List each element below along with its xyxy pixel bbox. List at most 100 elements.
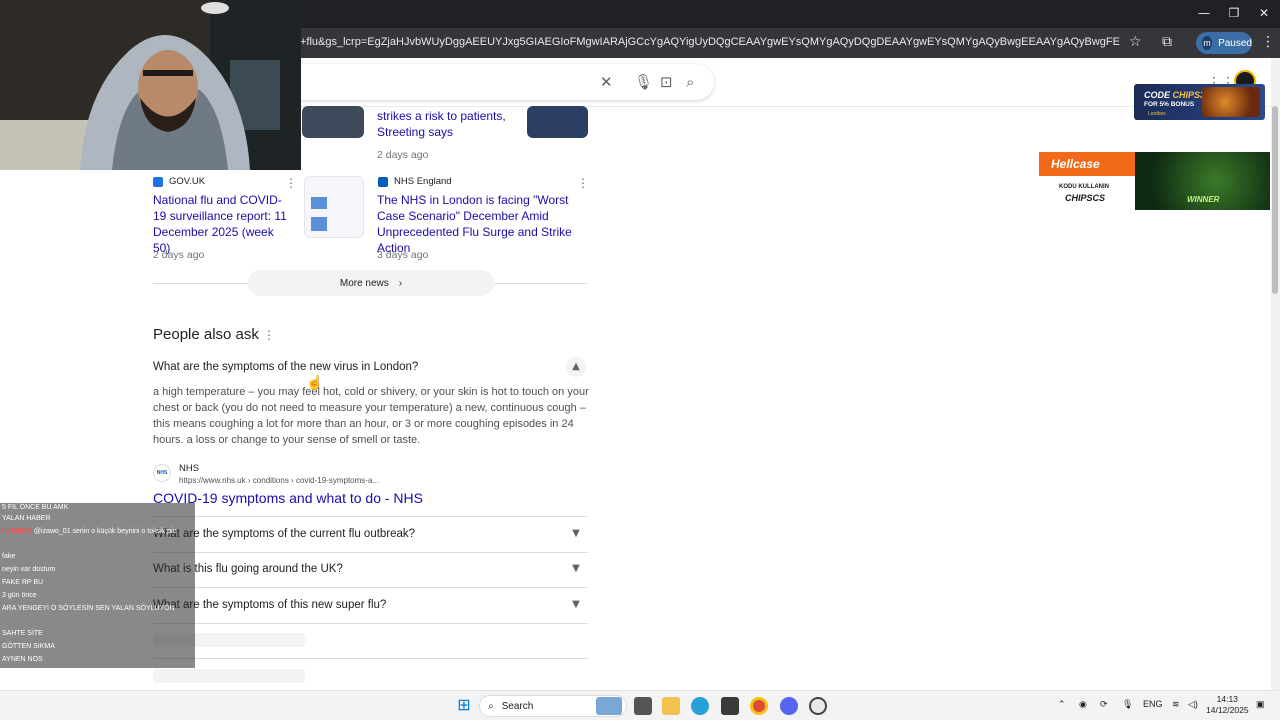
ad-bonus-text: FOR 5% BONUS: [1144, 101, 1195, 108]
ad-artwork: [1202, 87, 1260, 117]
header-divider: [300, 106, 1272, 107]
news-title[interactable]: National flu and COVID-19 surveillance r…: [153, 192, 293, 256]
paa-question-expanded[interactable]: What are the symptoms of the new virus i…: [153, 361, 418, 373]
system-clock[interactable]: 14:13 14/12/2025: [1206, 694, 1249, 716]
news-source: GOV.UK: [153, 176, 205, 187]
chat-username: furkntmll: [2, 528, 32, 535]
taskbar-search-label: Search: [501, 700, 534, 712]
discord-icon[interactable]: [780, 697, 798, 715]
chat-message: AYNEN NOS: [2, 656, 43, 663]
language-indicator[interactable]: ENG: [1143, 699, 1163, 709]
chat-text: YALAN HABER: [2, 515, 51, 522]
volume-icon[interactable]: ◁): [1188, 699, 1198, 710]
winner-ad-banner[interactable]: WINNER: [1135, 152, 1270, 210]
chat-message: ARA YENGEYİ O SÖYLESİN SEN YALAN SÖYLÜYO…: [2, 605, 192, 612]
news-chart-thumbnail[interactable]: [304, 176, 364, 238]
maximize-button[interactable]: ❐: [1219, 6, 1249, 20]
file-explorer-icon[interactable]: [662, 697, 680, 715]
ad-code-text: CODE CHIPS31: [1144, 90, 1210, 100]
stream-chat-overlay: 5 FIL ÖNCE BU AMK YALAN HABER furkntmll …: [0, 503, 195, 668]
extensions-icon[interactable]: ⧉: [1162, 34, 1172, 50]
app-icon[interactable]: [809, 697, 827, 715]
more-news-button[interactable]: More news ›: [248, 270, 494, 296]
chat-text: neyin var dostum: [2, 566, 56, 573]
chevron-down-icon[interactable]: ▼: [566, 595, 586, 615]
windows-start-icon[interactable]: ⊞: [455, 697, 473, 715]
more-options-icon[interactable]: ⋮: [577, 176, 589, 190]
chat-text: ARA YENGEYİ O SÖYLESİN SEN YALAN SÖYLÜYO…: [2, 605, 175, 612]
divider: [153, 587, 588, 588]
bookmark-star-icon[interactable]: ☆: [1129, 34, 1142, 50]
chat-message: SAHTE SİTE: [2, 630, 43, 637]
news-source: NHS England: [378, 176, 452, 187]
store-icon[interactable]: [721, 697, 739, 715]
chat-message: 3 gün önce: [2, 592, 37, 599]
news-title[interactable]: strikes a risk to patients, Streeting sa…: [377, 108, 517, 140]
news-title[interactable]: The NHS in London is facing "Worst Case …: [377, 192, 587, 256]
chat-text: fake: [2, 553, 16, 560]
news-thumbnail[interactable]: [302, 106, 364, 138]
paa-answer: a high temperature – you may feel hot, c…: [153, 386, 589, 446]
nhs-england-logo-icon: [378, 176, 388, 187]
mouse-cursor-icon: ☝: [306, 374, 324, 390]
source-url: https://www.nhs.uk › conditions › covid-…: [179, 476, 380, 485]
webcam-image: [0, 0, 301, 170]
hellcase-ad-banner[interactable]: Hellcase KODU KULLANIN CHIPSCS: [1039, 152, 1135, 210]
chat-message: GÖTTEN SIKMA: [2, 643, 55, 650]
chevron-up-icon[interactable]: ▲: [566, 357, 586, 377]
divider: [153, 516, 588, 517]
source-name: NHS: [179, 463, 200, 474]
hellcase-logo: Hellcase: [1039, 152, 1135, 176]
divider: [153, 623, 588, 624]
search-icon: ⌕: [488, 700, 494, 712]
microphone-tray-icon[interactable]: 🎙: [1122, 699, 1133, 710]
more-news-label: More news: [339, 277, 389, 289]
more-options-icon[interactable]: ⋮: [263, 328, 275, 342]
more-options-icon[interactable]: ⋮: [285, 176, 297, 190]
tray-overflow-icon[interactable]: ⌃: [1058, 699, 1066, 710]
ad-line-1: KODU KULLANIN: [1059, 184, 1109, 190]
news-source-name: NHS England: [394, 176, 452, 187]
profile-avatar: m: [1202, 36, 1213, 50]
chat-text: AYNEN NOS: [2, 656, 43, 663]
thumbnail-bar: [311, 217, 327, 231]
chat-text: SAHTE SİTE: [2, 630, 43, 637]
chevron-down-icon[interactable]: ▼: [566, 559, 586, 579]
chat-text: @izawo_01 senin o küçük beynini o toksik…: [33, 528, 177, 535]
browser-menu-icon[interactable]: ⋮: [1261, 34, 1275, 50]
minimize-button[interactable]: —: [1189, 6, 1219, 20]
profile-status: Paused: [1218, 37, 1252, 49]
task-view-icon[interactable]: [634, 697, 652, 715]
chat-text: GÖTTEN SIKMA: [2, 643, 55, 650]
chat-message: FAKE RP BU: [2, 579, 43, 586]
close-window-button[interactable]: ✕: [1249, 6, 1279, 20]
discord-tray-icon[interactable]: ◉: [1079, 699, 1087, 710]
profile-button[interactable]: m Paused: [1196, 32, 1252, 54]
divider: [153, 552, 588, 553]
govuk-logo-icon: [153, 176, 163, 187]
search-icon[interactable]: ⌕: [686, 73, 694, 91]
screen: — ❐ ✕ +flu&gs_lcrp=EgZjaHJvbWUyDggAEEUYJ…: [0, 0, 1280, 720]
scrollbar-thumb[interactable]: [1272, 106, 1278, 294]
voice-search-icon[interactable]: 🎙: [634, 73, 653, 91]
news-thumbnail[interactable]: [527, 106, 588, 138]
chat-message: neyin var dostum: [2, 566, 55, 573]
chrome-icon[interactable]: [750, 697, 768, 715]
divider: [153, 658, 588, 659]
lens-search-icon[interactable]: ⊡: [660, 73, 673, 91]
search-box[interactable]: ✕ 🎙 ⊡ ⌕: [300, 64, 714, 100]
people-also-ask-heading: People also ask: [153, 326, 259, 343]
sync-tray-icon[interactable]: ⟳: [1100, 699, 1108, 710]
chat-message: fake: [2, 553, 15, 560]
address-bar[interactable]: +flu&gs_lcrp=EgZjaHJvbWUyDggAEEUYJxg5GIA…: [300, 36, 1120, 48]
notifications-icon[interactable]: ▣: [1256, 699, 1265, 710]
clear-icon[interactable]: ✕: [600, 73, 613, 91]
clock-time: 14:13: [1216, 694, 1238, 704]
wifi-icon[interactable]: ≋: [1172, 699, 1180, 710]
chat-message: 5 FIL ÖNCE BU AMK: [2, 504, 68, 511]
lootbox-ad-banner[interactable]: CODE CHIPS31 FOR 5% BONUS Lootbox: [1134, 84, 1265, 120]
chevron-down-icon[interactable]: ▼: [566, 524, 586, 544]
edge-icon[interactable]: [691, 697, 709, 715]
search-highlight-icon: [596, 697, 622, 715]
loading-placeholder: [153, 669, 305, 683]
